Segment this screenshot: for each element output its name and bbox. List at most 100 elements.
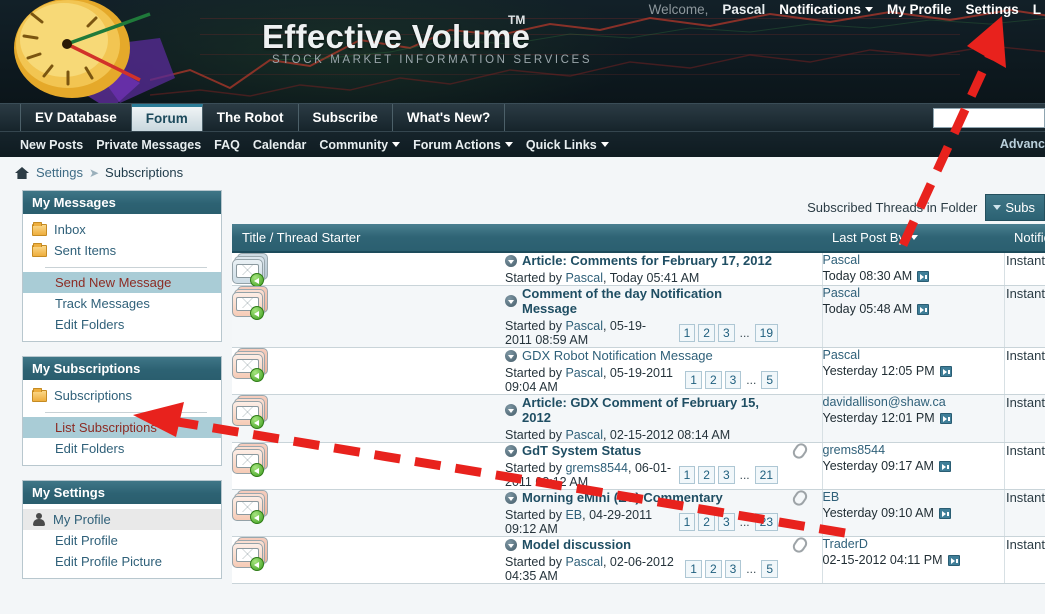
subnav-new-posts[interactable]: New Posts — [20, 138, 83, 152]
thread-options-icon[interactable] — [505, 538, 517, 551]
subnav-calendar[interactable]: Calendar — [253, 138, 307, 152]
thread-options-icon[interactable] — [505, 295, 517, 307]
thread-options-icon[interactable] — [505, 491, 517, 504]
sidebar-item-list-subscriptions[interactable]: List Subscriptions — [23, 417, 221, 438]
go-to-last-post-icon[interactable] — [939, 365, 952, 377]
page-link[interactable]: 2 — [698, 513, 715, 531]
subnav-faq[interactable]: FAQ — [214, 138, 240, 152]
table-row[interactable]: Model discussion Started by Pascal, 02-0… — [232, 535, 1045, 584]
home-icon — [15, 166, 29, 179]
column-header-notification[interactable]: Notifica — [1004, 224, 1045, 253]
last-post-author[interactable]: grems8544 — [823, 443, 1004, 457]
nav-notifications[interactable]: Notifications — [779, 2, 873, 17]
table-row[interactable]: GDX Robot Notification Message Started b… — [232, 347, 1045, 395]
sidebar-item-send-new-message[interactable]: Send New Message — [23, 272, 221, 293]
go-to-last-post-icon[interactable] — [938, 460, 951, 472]
thread-starter-name: grems8544 — [565, 461, 628, 475]
secondary-nav-bar: New Posts Private Messages FAQ Calendar … — [0, 131, 1045, 157]
username-link[interactable]: Pascal — [722, 2, 765, 17]
nav-my-profile[interactable]: My Profile — [887, 2, 952, 17]
page-link[interactable]: 19 — [754, 324, 778, 342]
thread-title[interactable]: Morning eMini (ES) Commentary — [505, 490, 778, 505]
page-link[interactable]: 3 — [724, 560, 742, 578]
sidebar-item-my-profile[interactable]: My Profile — [23, 509, 221, 530]
thread-options-icon[interactable] — [505, 444, 517, 457]
page-link[interactable]: 21 — [754, 466, 778, 484]
sidebar-item-sent-items[interactable]: Sent Items — [23, 240, 221, 261]
tab-forum[interactable]: Forum — [131, 104, 203, 132]
subnav-community[interactable]: Community — [319, 138, 401, 152]
page-link[interactable]: 1 — [678, 513, 696, 531]
nav-settings[interactable]: Settings — [965, 2, 1018, 17]
sidebar-item-track-messages[interactable]: Track Messages — [23, 293, 221, 314]
sidebar-item-edit-folders-subs[interactable]: Edit Folders — [23, 438, 221, 459]
page-link[interactable]: 23 — [754, 513, 778, 531]
sidebar-item-subscriptions[interactable]: Subscriptions — [23, 385, 221, 406]
thread-title-text: GDX Robot Notification Message — [522, 348, 713, 363]
sidebar-item-edit-profile-picture[interactable]: Edit Profile Picture — [23, 551, 221, 572]
page-link[interactable]: 1 — [685, 560, 702, 578]
go-to-last-post-icon[interactable] — [917, 303, 930, 315]
go-to-last-post-icon[interactable] — [917, 270, 930, 282]
page-link[interactable]: 2 — [698, 324, 715, 342]
table-row[interactable]: Morning eMini (ES) Commentary Started by… — [232, 488, 1045, 537]
subnav-forum-actions[interactable]: Forum Actions — [413, 138, 513, 152]
thread-options-icon[interactable] — [505, 254, 517, 267]
thread-starter-line: Started by grems8544, 06-01-2011 08:12 A… — [505, 461, 778, 489]
last-post-author[interactable]: davidallison@shaw.ca — [823, 395, 1004, 409]
page-link[interactable]: 5 — [761, 371, 778, 389]
column-header-title[interactable]: Title / Thread Starter — [232, 224, 778, 253]
tab-whats-new[interactable]: What's New? — [393, 104, 506, 132]
thread-options-icon[interactable] — [505, 349, 517, 362]
last-post-cell: Pascal Yesterday 12:05 PM — [821, 347, 1004, 395]
go-to-last-post-icon[interactable] — [939, 412, 952, 424]
table-row[interactable]: Comment of the day Notification Message … — [232, 285, 1045, 348]
thread-title[interactable]: Comment of the day Notification Message — [505, 286, 778, 316]
page-link: ... — [739, 468, 750, 482]
advanced-search-link[interactable]: Advanc — [1000, 137, 1045, 151]
table-row[interactable]: Article: Comments for February 17, 2012 … — [232, 252, 1045, 287]
last-post-author[interactable]: EB — [823, 490, 1004, 504]
page-link[interactable]: 2 — [704, 560, 722, 578]
go-to-last-post-icon[interactable] — [938, 507, 951, 519]
subnav-quick-links[interactable]: Quick Links — [526, 138, 609, 152]
tab-ev-database[interactable]: EV Database — [20, 104, 132, 132]
page-link[interactable]: 2 — [704, 371, 722, 389]
page-link[interactable]: 2 — [698, 466, 715, 484]
page-link[interactable]: 3 — [717, 466, 735, 484]
table-row[interactable]: GdT System Status Started by grems8544, … — [232, 441, 1045, 490]
search-input[interactable] — [933, 108, 1045, 128]
subnav-private-messages[interactable]: Private Messages — [96, 138, 201, 152]
last-post-author[interactable]: Pascal — [823, 286, 1004, 300]
page-link[interactable]: 3 — [724, 371, 742, 389]
site-header: Effective Volume TM STOCK MARKET INFORMA… — [0, 0, 1045, 103]
sidebar-item-edit-profile[interactable]: Edit Profile — [23, 530, 221, 551]
nav-logout[interactable]: L — [1033, 2, 1041, 17]
thread-options-icon[interactable] — [505, 404, 517, 416]
paperclip-icon — [790, 535, 810, 555]
thread-title[interactable]: Article: Comments for February 17, 2012 — [505, 253, 778, 268]
sidebar-item-inbox[interactable]: Inbox — [23, 219, 221, 240]
last-post-author[interactable]: TraderD — [823, 537, 1004, 551]
go-to-last-post-icon[interactable] — [947, 554, 960, 566]
tab-the-robot[interactable]: The Robot — [203, 104, 299, 132]
page-link[interactable]: 1 — [685, 371, 702, 389]
table-row[interactable]: Article: GDX Comment of February 15, 201… — [232, 394, 1045, 443]
sidebar-item-edit-folders-messages[interactable]: Edit Folders — [23, 314, 221, 335]
page-link[interactable]: 5 — [761, 560, 778, 578]
thread-title[interactable]: Article: GDX Comment of February 15, 201… — [505, 395, 778, 425]
last-post-author[interactable]: Pascal — [823, 348, 1004, 362]
folder-select-button[interactable]: Subs — [985, 193, 1045, 221]
last-post-author[interactable]: Pascal — [823, 253, 1004, 267]
column-header-last-post[interactable]: Last Post By — [822, 224, 1004, 253]
page-link[interactable]: 3 — [717, 513, 735, 531]
thread-title[interactable]: GdT System Status — [505, 443, 778, 458]
page-link[interactable]: 1 — [678, 466, 696, 484]
thread-title[interactable]: Model discussion — [505, 537, 778, 552]
chevron-down-icon — [600, 141, 609, 147]
page-link[interactable]: 1 — [678, 324, 696, 342]
thread-title[interactable]: GDX Robot Notification Message — [505, 348, 778, 363]
page-link[interactable]: 3 — [717, 324, 735, 342]
breadcrumb-settings[interactable]: Settings — [36, 165, 83, 180]
tab-subscribe[interactable]: Subscribe — [299, 104, 393, 132]
